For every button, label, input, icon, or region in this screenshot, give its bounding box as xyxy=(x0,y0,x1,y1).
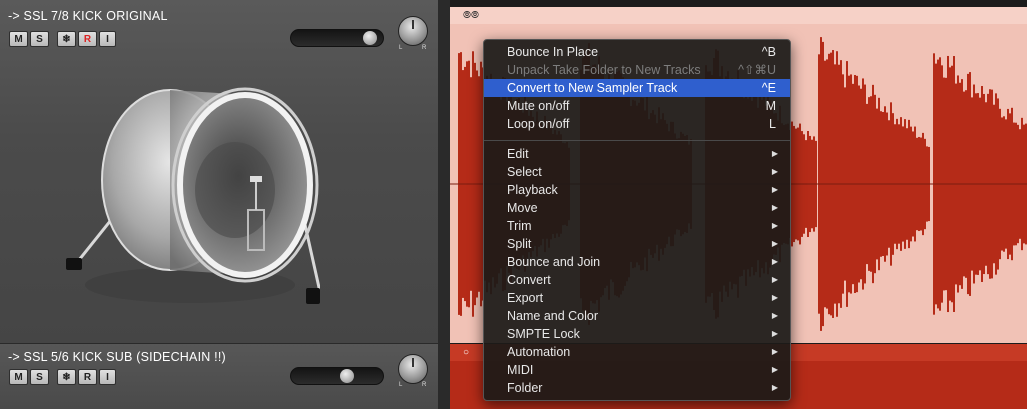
submenu-arrow-icon: ▶ xyxy=(771,365,778,374)
menu-item-label: Trim xyxy=(507,219,532,233)
submenu-arrow-icon: ▶ xyxy=(771,293,778,302)
mute-button[interactable]: M xyxy=(9,31,28,47)
submenu-arrow-icon: ▶ xyxy=(771,311,778,320)
menu-item-smpte-lock[interactable]: SMPTE Lock ▶ xyxy=(484,325,790,343)
menu-item-trim[interactable]: Trim ▶ xyxy=(484,217,790,235)
volume-slider[interactable] xyxy=(290,367,384,385)
menu-item-label: Edit xyxy=(507,147,529,161)
menu-item-label: Select xyxy=(507,165,542,179)
mute-button[interactable]: M xyxy=(9,369,28,385)
volume-slider-handle[interactable] xyxy=(340,369,355,383)
menu-item-name-and-color[interactable]: Name and Color ▶ xyxy=(484,307,790,325)
menu-item-label: Folder xyxy=(507,381,543,395)
region-header[interactable]: ⦾⦾ xyxy=(450,7,1027,24)
track-header-kick-original[interactable]: -> SSL 7/8 KICK ORIGINAL M S ❄ R I L R xyxy=(0,0,438,344)
submenu-arrow-icon: ▶ xyxy=(771,383,778,392)
menu-item-label: Convert to New Sampler Track xyxy=(507,81,678,95)
menu-item-label: Bounce In Place xyxy=(507,45,599,59)
solo-button[interactable]: S xyxy=(30,31,49,47)
menu-item-shortcut: L xyxy=(769,117,776,131)
freeze-button[interactable]: ❄ xyxy=(57,369,76,385)
menu-item-label: Name and Color xyxy=(507,309,599,323)
menu-item-bounce-in-place[interactable]: Bounce In Place ^B xyxy=(484,43,790,61)
menu-item-shortcut: ^E xyxy=(761,81,776,95)
menu-item-label: Automation xyxy=(507,345,571,359)
menu-item-label: Convert xyxy=(507,273,551,287)
menu-item-move[interactable]: Move ▶ xyxy=(484,199,790,217)
menu-item-split[interactable]: Split ▶ xyxy=(484,235,790,253)
context-menu[interactable]: Bounce In Place ^B Unpack Take Folder to… xyxy=(483,39,791,401)
pan-knob[interactable] xyxy=(398,16,428,46)
volume-slider-handle[interactable] xyxy=(362,31,377,45)
submenu-arrow-icon: ▶ xyxy=(771,347,778,356)
pan-left-label: L xyxy=(399,45,403,51)
menu-item-mute-toggle[interactable]: Mute on/off M xyxy=(484,97,790,115)
submenu-arrow-icon: ▶ xyxy=(771,257,778,266)
menu-item-label: Mute on/off xyxy=(507,99,570,113)
submenu-arrow-icon: ▶ xyxy=(771,221,778,230)
pan-knob[interactable] xyxy=(398,354,428,384)
menu-item-playback[interactable]: Playback ▶ xyxy=(484,181,790,199)
input-monitoring-button[interactable]: I xyxy=(99,369,116,385)
submenu-arrow-icon: ▶ xyxy=(771,239,778,248)
track-name[interactable]: -> SSL 7/8 KICK ORIGINAL xyxy=(8,9,168,23)
submenu-arrow-icon: ▶ xyxy=(771,149,778,158)
menu-item-unpack-take-folder: Unpack Take Folder to New Tracks ^⇧⌘U xyxy=(484,61,790,79)
menu-item-label: Playback xyxy=(507,183,558,197)
record-enable-button[interactable]: R xyxy=(78,31,97,47)
menu-item-bounce-and-join[interactable]: Bounce and Join ▶ xyxy=(484,253,790,271)
menu-item-label: Export xyxy=(507,291,544,305)
menu-item-convert[interactable]: Convert ▶ xyxy=(484,271,790,289)
record-enable-button[interactable]: R xyxy=(78,369,97,385)
pan-right-label: R xyxy=(422,382,427,388)
menu-item-folder[interactable]: Folder ▶ xyxy=(484,379,790,397)
menu-item-label: Split xyxy=(507,237,532,251)
pan-right-label: R xyxy=(422,45,427,51)
menu-item-automation[interactable]: Automation ▶ xyxy=(484,343,790,361)
input-monitoring-button[interactable]: I xyxy=(99,31,116,47)
menu-item-edit[interactable]: Edit ▶ xyxy=(484,145,790,163)
volume-slider[interactable] xyxy=(290,29,384,47)
menu-item-label: Move xyxy=(507,201,538,215)
menu-item-label: MIDI xyxy=(507,363,534,377)
submenu-arrow-icon: ▶ xyxy=(771,329,778,338)
menu-item-label: Loop on/off xyxy=(507,117,570,131)
menu-item-loop-toggle[interactable]: Loop on/off L xyxy=(484,115,790,133)
pan-left-label: L xyxy=(399,382,403,388)
menu-item-export[interactable]: Export ▶ xyxy=(484,289,790,307)
menu-separator xyxy=(484,140,790,141)
solo-button[interactable]: S xyxy=(30,369,49,385)
freeze-button[interactable]: ❄ xyxy=(57,31,76,47)
track-header-kick-sub[interactable]: -> SSL 5/6 KICK SUB (SIDECHAIN !!) M S ❄… xyxy=(0,344,438,409)
menu-item-shortcut: ^B xyxy=(761,45,776,59)
menu-item-label: SMPTE Lock xyxy=(507,327,580,341)
submenu-arrow-icon: ▶ xyxy=(771,203,778,212)
menu-item-midi[interactable]: MIDI ▶ xyxy=(484,361,790,379)
menu-item-select[interactable]: Select ▶ xyxy=(484,163,790,181)
submenu-arrow-icon: ▶ xyxy=(771,167,778,176)
menu-item-label: Unpack Take Folder to New Tracks xyxy=(507,63,701,77)
menu-item-convert-to-sampler-track[interactable]: Convert to New Sampler Track ^E xyxy=(484,79,790,97)
circle-icon: ○ xyxy=(463,347,470,358)
loop-icon: ⦾⦾ xyxy=(463,10,479,21)
menu-item-label: Bounce and Join xyxy=(507,255,601,269)
track-name[interactable]: -> SSL 5/6 KICK SUB (SIDECHAIN !!) xyxy=(8,350,226,364)
submenu-arrow-icon: ▶ xyxy=(771,275,778,284)
menu-item-shortcut: ^⇧⌘U xyxy=(738,63,776,77)
submenu-arrow-icon: ▶ xyxy=(771,185,778,194)
menu-item-shortcut: M xyxy=(765,99,776,113)
track-list-divider[interactable] xyxy=(438,0,450,409)
kick-drum-icon xyxy=(66,87,320,304)
